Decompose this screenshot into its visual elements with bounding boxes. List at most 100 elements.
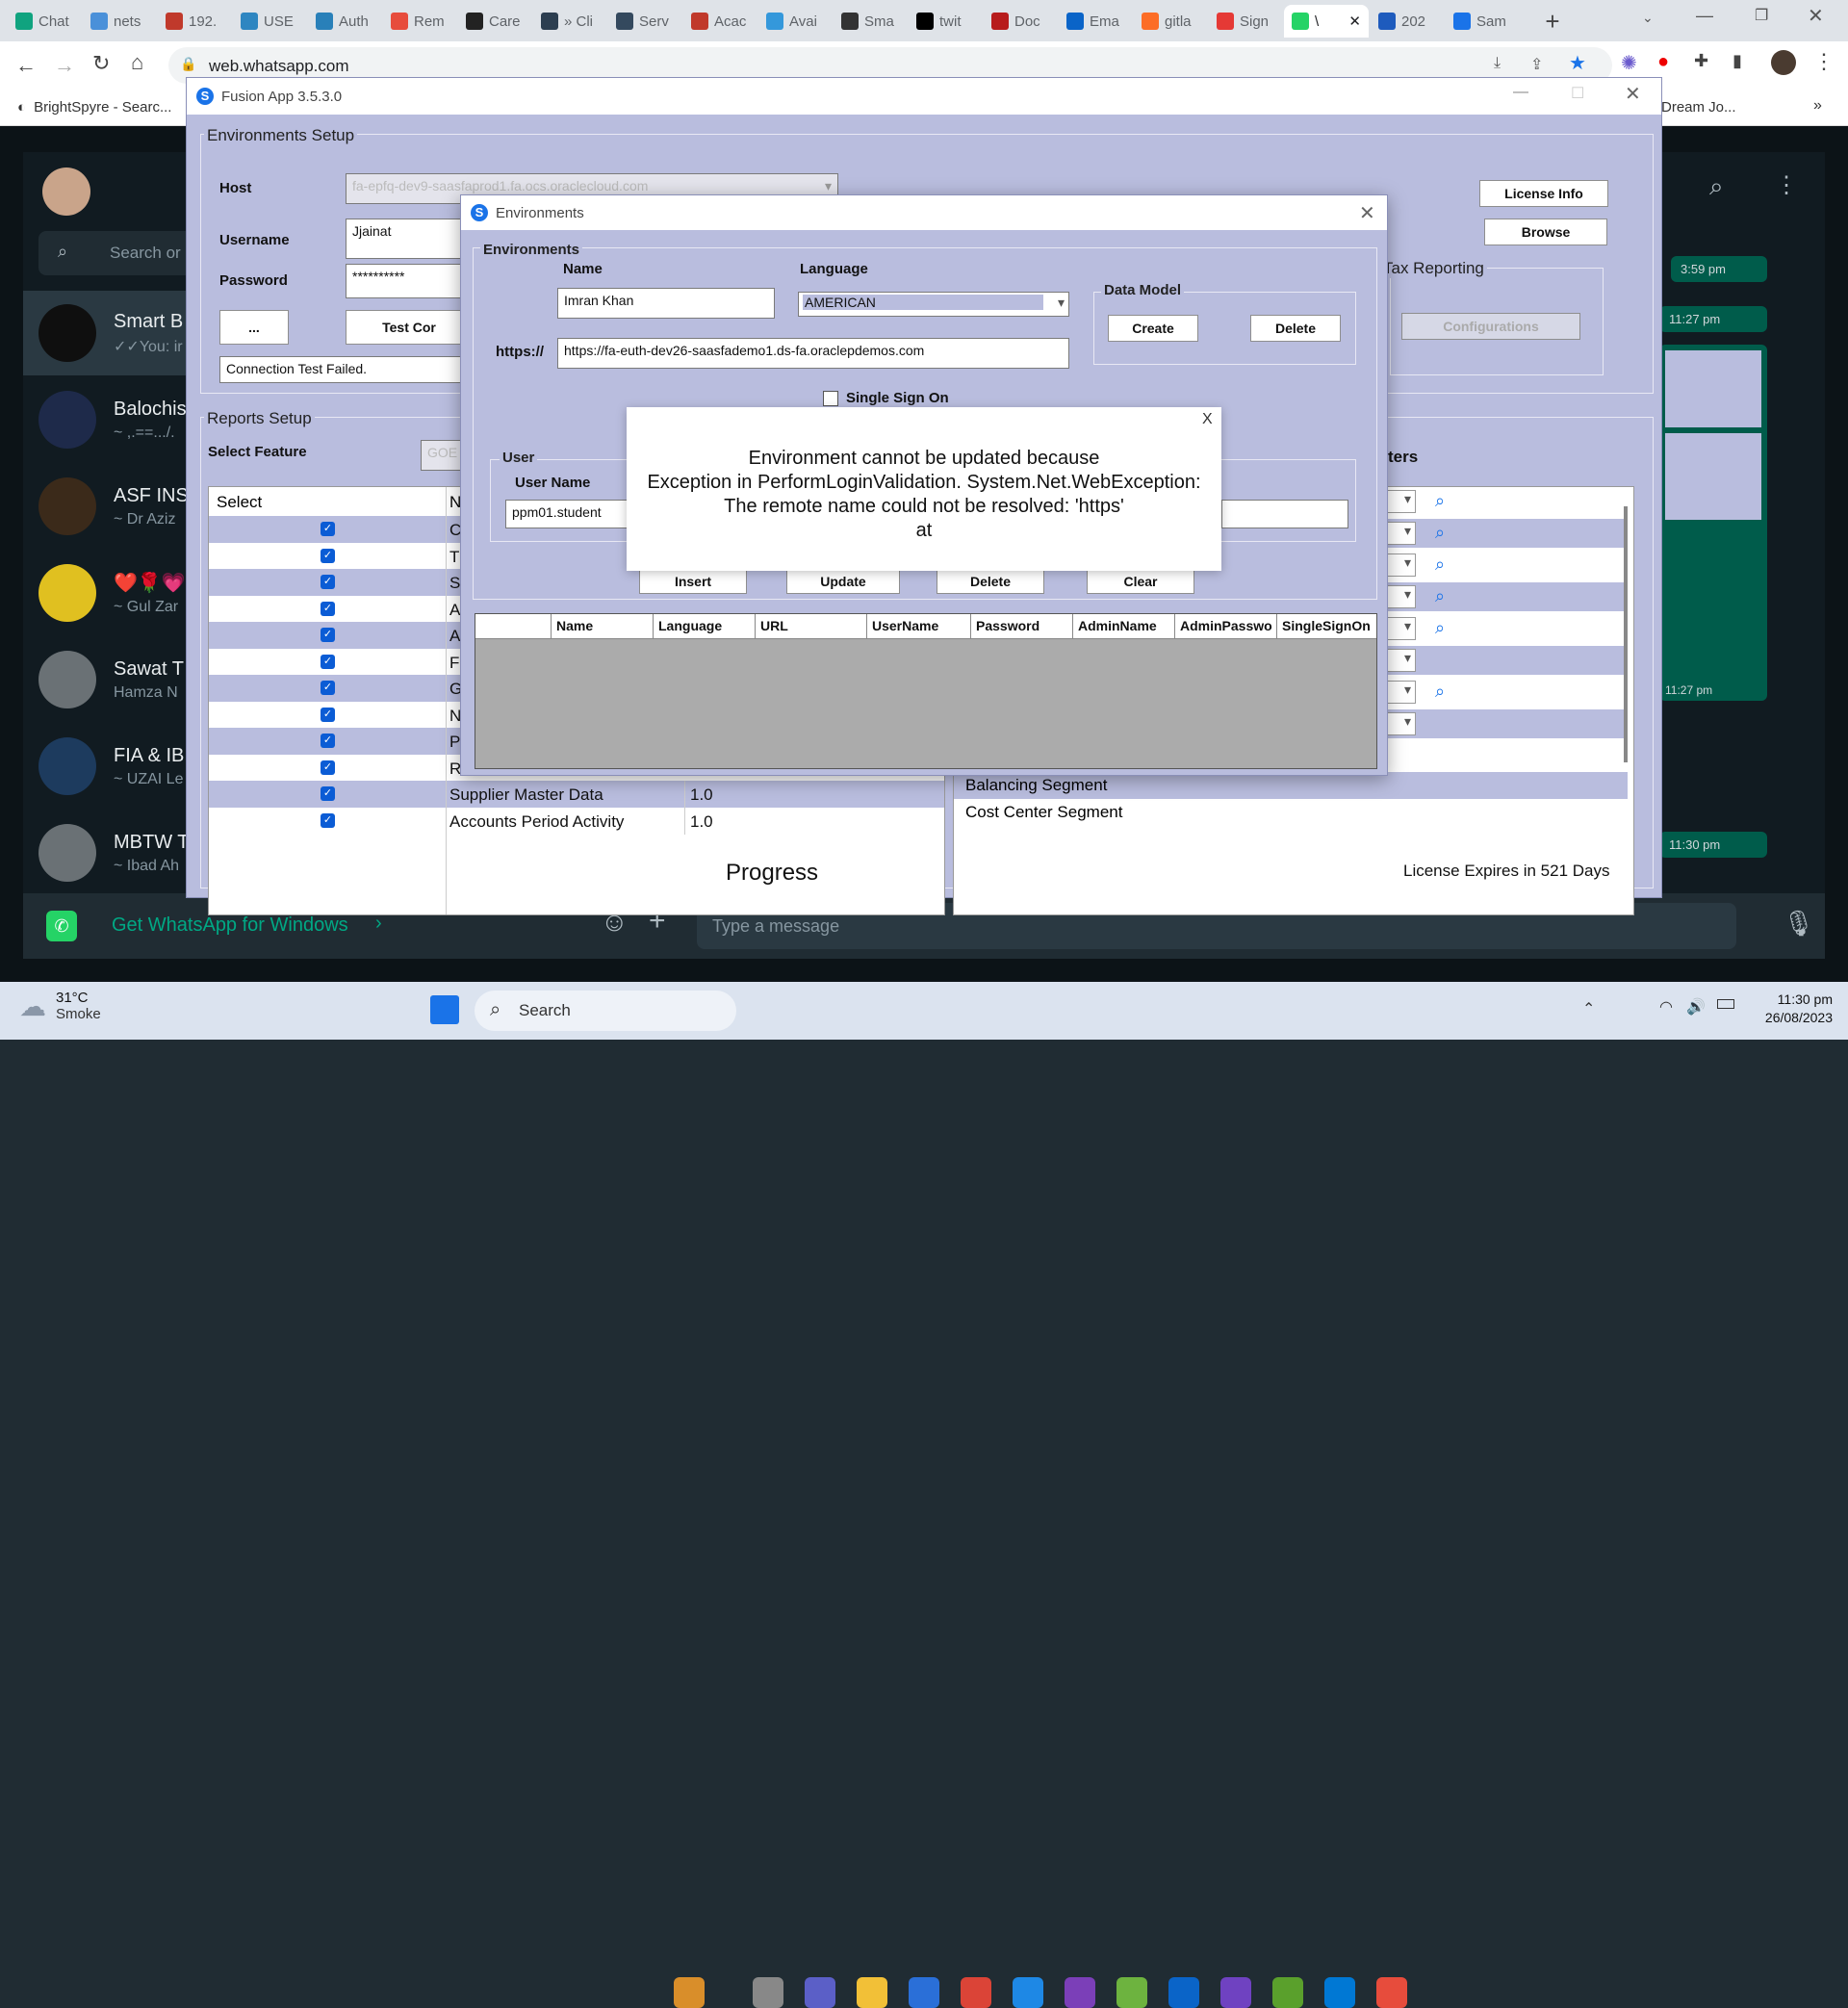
close-window-icon[interactable]: ✕	[1808, 4, 1824, 28]
bookmark-brightspyre[interactable]: ◐ BrightSpyre - Searc...	[17, 99, 171, 116]
browser-tab[interactable]: Avai	[758, 5, 832, 38]
browser-tab[interactable]: Auth	[308, 5, 381, 38]
chrome-icon[interactable]	[961, 1977, 991, 2008]
browser-tab[interactable]: Sam	[1446, 5, 1519, 38]
github-icon[interactable]	[1220, 1977, 1251, 2008]
browser-tab[interactable]: Serv	[608, 5, 681, 38]
browser-tab[interactable]: Chat	[8, 5, 81, 38]
browser-tab[interactable]: Care	[458, 5, 531, 38]
vscode-icon[interactable]	[1013, 1977, 1043, 2008]
grid-column-header[interactable]: Password	[976, 618, 1040, 633]
row-checkbox[interactable]: ✓	[321, 575, 335, 589]
fusion-maximize-icon[interactable]: ☐	[1571, 84, 1584, 103]
browser-tab[interactable]: 202	[1371, 5, 1444, 38]
bookmark-star-icon[interactable]: ★	[1569, 51, 1586, 75]
row-checkbox[interactable]: ✓	[321, 707, 335, 722]
row-checkbox[interactable]: ✓	[321, 548, 335, 563]
language-combo[interactable]: AMERICAN ▾	[798, 292, 1069, 317]
lookup-search-icon[interactable]: ⌕	[1435, 586, 1445, 606]
row-checkbox[interactable]: ✓	[321, 759, 335, 775]
grid-column-header[interactable]: Language	[658, 618, 722, 633]
url-field[interactable]: https://fa-euth-dev26-saasfademo1.ds-fa.…	[557, 338, 1069, 369]
test-connection-button[interactable]: Test Cor	[346, 310, 473, 345]
fusion-minimize-icon[interactable]: —	[1513, 84, 1528, 101]
environments-close-icon[interactable]: ✕	[1359, 201, 1375, 225]
row-checkbox[interactable]: ✓	[321, 812, 335, 828]
balancing-segment-row[interactable]: Balancing Segment	[954, 772, 1628, 799]
grid-column-header[interactable]: Name	[556, 618, 593, 633]
cost-center-row[interactable]: Cost Center Segment	[954, 799, 1628, 826]
username-field[interactable]: Jjainat	[346, 219, 473, 259]
browser-tab[interactable]: Doc	[984, 5, 1057, 38]
taskview-icon[interactable]	[753, 1977, 783, 2008]
snip-icon[interactable]	[1116, 1977, 1147, 2008]
browse-button[interactable]: Browse	[1484, 219, 1607, 245]
forward-icon[interactable]: →	[54, 53, 75, 78]
wifi-icon[interactable]: ◠	[1659, 997, 1673, 1017]
file-explorer-icon[interactable]	[857, 1977, 887, 2008]
teams-icon[interactable]	[805, 1977, 835, 2008]
more-bookmarks-icon[interactable]: »	[1813, 97, 1822, 115]
browser-tab[interactable]: Rem	[383, 5, 456, 38]
row-checkbox[interactable]: ✓	[321, 786, 335, 801]
browser-tab[interactable]: Acac	[683, 5, 757, 38]
fusion-close-icon[interactable]: ✕	[1625, 82, 1641, 106]
volume-icon[interactable]: 🔊	[1686, 997, 1706, 1017]
clear-button[interactable]: Clear	[1087, 569, 1194, 594]
install-icon[interactable]: ⤓	[1494, 55, 1501, 72]
back-icon[interactable]: ←	[15, 53, 37, 78]
taskbar-search[interactable]: ⌕ Search	[475, 991, 736, 1031]
insert-button[interactable]: Insert	[639, 569, 747, 594]
tab-close-icon[interactable]: ✕	[1348, 13, 1361, 30]
browser-tab[interactable]: \ ✕	[1284, 5, 1369, 38]
chat-search-icon[interactable]: ⌕	[1709, 171, 1724, 202]
browser-tab[interactable]: gitla	[1134, 5, 1207, 38]
clock[interactable]: 11:30 pm 26/08/2023	[1752, 991, 1833, 1025]
profile-avatar[interactable]	[1771, 50, 1796, 75]
menu-icon[interactable]: ⋮	[1813, 49, 1835, 74]
browser-tab[interactable]: twit	[909, 5, 982, 38]
sso-checkbox[interactable]	[823, 391, 838, 406]
password-field[interactable]: **********	[346, 264, 473, 298]
user-name-field[interactable]: ppm01.student	[505, 500, 640, 528]
table-row[interactable]: ✓ 1.0 Accounts Period Activity	[209, 807, 944, 835]
update-button[interactable]: Update	[786, 569, 900, 594]
my-avatar[interactable]	[42, 167, 90, 216]
skype-icon[interactable]	[1324, 1977, 1355, 2008]
browser-tab[interactable]: Sma	[834, 5, 907, 38]
delete-datamodel-button[interactable]: Delete	[1250, 315, 1341, 342]
grid-column-header[interactable]: AdminPasswo	[1180, 618, 1272, 633]
store-icon[interactable]	[909, 1977, 939, 2008]
tray-chevron-icon[interactable]: ⌃	[1582, 999, 1595, 1018]
browse-dots-button[interactable]: ...	[219, 310, 289, 345]
minimize-icon[interactable]: —	[1696, 6, 1713, 26]
image-message[interactable]: 11:27 pm	[1659, 345, 1767, 701]
tab-search-icon[interactable]: ⌄	[1642, 10, 1654, 26]
row-checkbox[interactable]: ✓	[321, 654, 335, 669]
row-checkbox[interactable]: ✓	[321, 681, 335, 695]
battery-icon[interactable]	[1717, 999, 1734, 1009]
lookup-search-icon[interactable]: ⌕	[1435, 523, 1445, 543]
briefcase-icon[interactable]	[674, 1977, 705, 2008]
extension-icon[interactable]: ✺	[1621, 51, 1637, 75]
restore-icon[interactable]: ❐	[1755, 6, 1768, 25]
license-info-button[interactable]: License Info	[1479, 180, 1608, 207]
parameters-scrollbar[interactable]	[1624, 506, 1628, 762]
lookup-search-icon[interactable]: ⌕	[1435, 618, 1445, 638]
lookup-search-icon[interactable]: ⌕	[1435, 554, 1445, 575]
admin-password-field[interactable]	[1221, 500, 1348, 528]
configurations-button[interactable]: Configurations	[1401, 313, 1580, 340]
browser-tab[interactable]: Ema	[1059, 5, 1132, 38]
browser-tab[interactable]: nets	[83, 5, 156, 38]
chat-menu-icon[interactable]: ⋮	[1775, 171, 1798, 199]
delete-button[interactable]: Delete	[937, 569, 1044, 594]
browser-tab[interactable]: 192.	[158, 5, 231, 38]
row-checkbox[interactable]: ✓	[321, 734, 335, 748]
create-button[interactable]: Create	[1108, 315, 1198, 342]
puzzle-icon[interactable]: ✚	[1694, 51, 1708, 71]
row-checkbox[interactable]: ✓	[321, 522, 335, 536]
sidepanel-icon[interactable]: ▮	[1732, 51, 1742, 71]
grid-column-header[interactable]: URL	[760, 618, 788, 633]
name-field[interactable]: Imran Khan	[557, 288, 775, 319]
lookup-search-icon[interactable]: ⌕	[1435, 491, 1445, 511]
